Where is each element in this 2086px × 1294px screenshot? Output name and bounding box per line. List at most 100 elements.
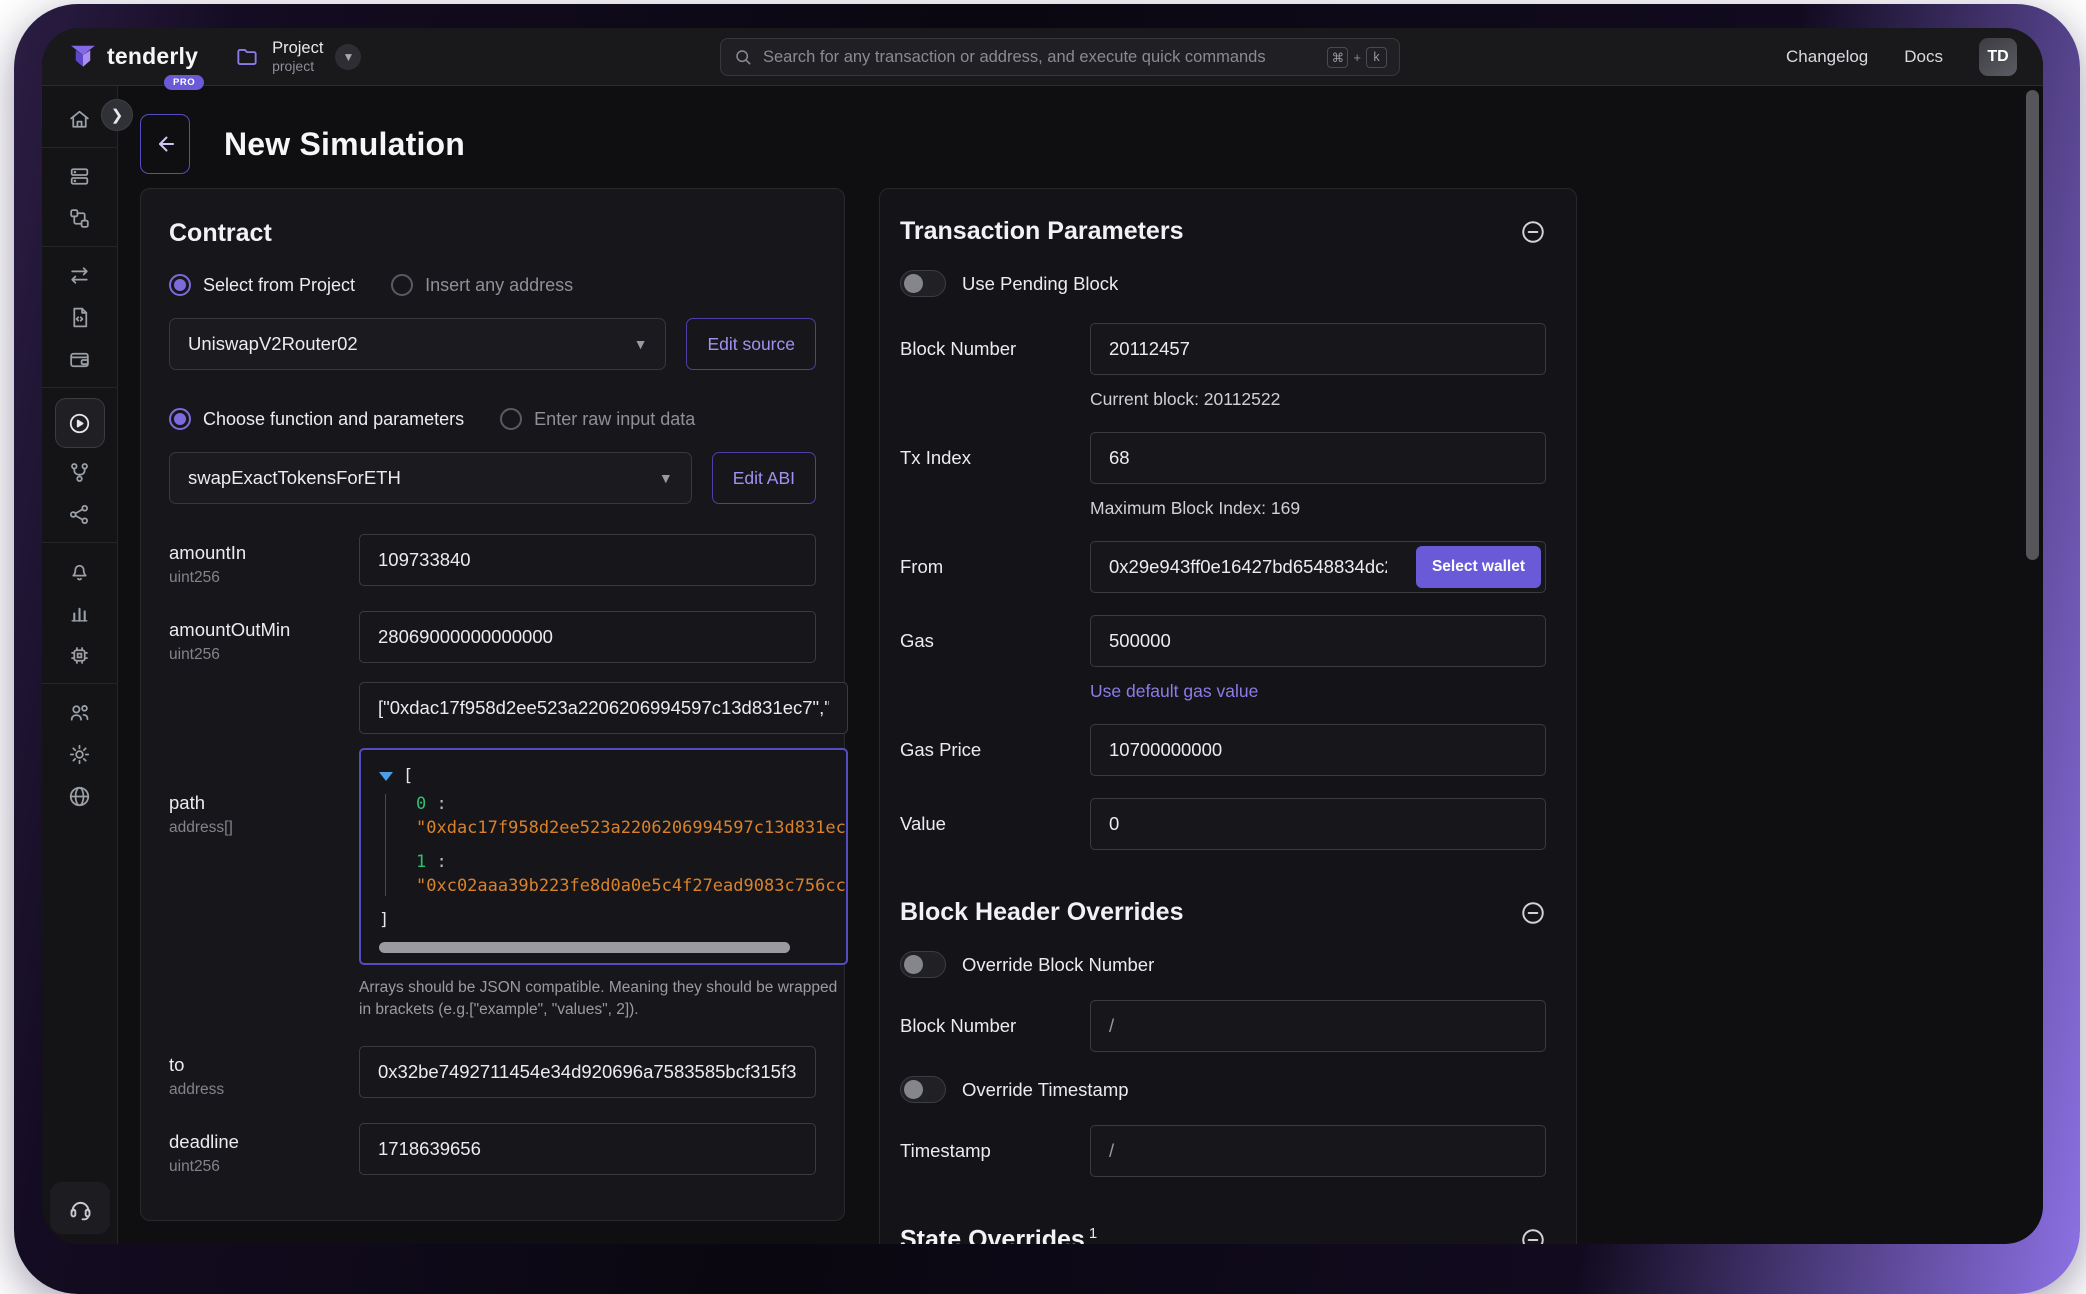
project-chevron-down-icon[interactable]: ▼: [335, 44, 361, 70]
sidebar-item-forks[interactable]: [58, 451, 102, 493]
radio-select-from-project[interactable]: Select from Project: [169, 274, 355, 296]
sidebar-divider: [42, 542, 118, 543]
json-bracket: ]: [379, 910, 846, 930]
sidebar-item-collaborators[interactable]: [58, 691, 102, 733]
json-string-value: "0xdac17f958d2ee523a2206206994597c13d831…: [416, 818, 846, 838]
server-stack-icon: [67, 164, 92, 189]
contract-card: Contract Select from Project Insert any …: [140, 188, 845, 1221]
global-search[interactable]: ⌘ + k: [720, 38, 1400, 76]
radio-choose-function[interactable]: Choose function and parameters: [169, 408, 464, 430]
transaction-parameters-panel: Transaction Parameters Use Pending Block…: [879, 188, 1577, 1244]
toggle-label: Use Pending Block: [962, 273, 1118, 295]
radio-raw-input[interactable]: Enter raw input data: [500, 408, 695, 430]
plus-sign: +: [1353, 50, 1361, 65]
gas-input[interactable]: [1090, 615, 1546, 667]
json-colon: :: [437, 794, 447, 814]
param-type: uint256: [169, 646, 359, 664]
to-input[interactable]: [359, 1046, 816, 1098]
radio-on-icon: [169, 274, 191, 296]
override-timestamp-toggle[interactable]: [900, 1076, 946, 1103]
docs-link[interactable]: Docs: [1904, 47, 1943, 67]
sidebar-item-node[interactable]: [58, 634, 102, 676]
value-input[interactable]: [1090, 798, 1546, 850]
user-avatar[interactable]: TD: [1979, 38, 2017, 76]
project-switcher[interactable]: Project project ▼: [234, 39, 361, 74]
collapse-section-icon[interactable]: [1520, 219, 1546, 245]
sidebar-item-networks[interactable]: [58, 775, 102, 817]
edit-source-button[interactable]: Edit source: [686, 318, 816, 370]
sidebar-item-virtual-testnets[interactable]: [58, 197, 102, 239]
radio-label: Enter raw input data: [534, 409, 695, 430]
users-icon: [67, 700, 92, 725]
device-frame: tenderly PRO Project project ▼: [14, 4, 2080, 1294]
project-subname: project: [272, 58, 323, 74]
sidebar-item-alerts[interactable]: [58, 550, 102, 592]
sidebar-item-web3-actions[interactable]: [58, 493, 102, 535]
sidebar-item-dashboards[interactable]: [58, 155, 102, 197]
json-collapse-icon[interactable]: [379, 772, 393, 781]
radio-off-icon: [500, 408, 522, 430]
radio-insert-any-address[interactable]: Insert any address: [391, 274, 573, 296]
support-button[interactable]: [50, 1182, 110, 1234]
collapse-section-icon[interactable]: [1520, 900, 1546, 926]
vertical-scrollbar[interactable]: [2026, 90, 2039, 560]
override-block-number-input[interactable]: [1090, 1000, 1546, 1052]
deadline-input[interactable]: [359, 1123, 816, 1175]
sidebar-item-transactions[interactable]: [58, 254, 102, 296]
sidebar-divider: [42, 387, 118, 388]
sidebar-divider: [42, 147, 118, 148]
tx-index-input[interactable]: [1090, 432, 1546, 484]
arrow-left-icon: [153, 132, 177, 156]
back-button[interactable]: [140, 114, 190, 174]
search-shortcut: ⌘ + k: [1327, 47, 1387, 68]
contract-file-icon: [67, 305, 92, 330]
collapse-section-icon[interactable]: [1520, 1227, 1546, 1244]
radio-label: Choose function and parameters: [203, 409, 464, 430]
block-number-input[interactable]: [1090, 323, 1546, 375]
gas-price-label: Gas Price: [900, 739, 1090, 761]
path-json-viewer[interactable]: [ 0 : "0xdac17f958d2ee523a2206206994597c…: [359, 748, 848, 965]
cmd-key-badge: ⌘: [1327, 47, 1348, 68]
function-select[interactable]: swapExactTokensForETH ▼: [169, 452, 692, 504]
changelog-link[interactable]: Changelog: [1786, 47, 1868, 67]
bell-icon: [67, 559, 92, 584]
path-input[interactable]: [359, 682, 848, 734]
json-bracket: [: [403, 766, 413, 786]
main-content: New Simulation Contract Select from Proj…: [118, 86, 2043, 1244]
sidebar-item-contracts[interactable]: [58, 296, 102, 338]
sidebar-item-wallets[interactable]: [58, 338, 102, 380]
block-header-overrides-title: Block Header Overrides: [900, 898, 1183, 927]
from-label: From: [900, 556, 1090, 578]
use-default-gas-link[interactable]: Use default gas value: [1090, 681, 1546, 702]
path-hint-text: Arrays should be JSON compatible. Meanin…: [359, 977, 848, 1022]
search-input[interactable]: [763, 48, 1317, 67]
json-horizontal-scrollbar[interactable]: [379, 942, 836, 953]
contract-select[interactable]: UniswapV2Router02 ▼: [169, 318, 666, 370]
use-pending-block-toggle[interactable]: [900, 270, 946, 297]
amountOutMin-input[interactable]: [359, 611, 816, 663]
current-block-helper: Current block: 20112522: [1090, 389, 1546, 410]
json-index: 0: [416, 794, 426, 814]
override-timestamp-input[interactable]: [1090, 1125, 1546, 1177]
tx-index-label: Tx Index: [900, 447, 1090, 469]
sidebar-item-simulator-selected[interactable]: [55, 398, 105, 448]
sidebar-expand-button[interactable]: ❯: [101, 99, 133, 131]
edit-abi-button[interactable]: Edit ABI: [712, 452, 816, 504]
brand[interactable]: tenderly PRO: [68, 42, 198, 72]
value-label: Value: [900, 813, 1090, 835]
gas-price-input[interactable]: [1090, 724, 1546, 776]
fork-icon: [67, 460, 92, 485]
app-window: tenderly PRO Project project ▼: [42, 28, 2043, 1244]
sidebar-item-analytics[interactable]: [58, 592, 102, 634]
amountIn-input[interactable]: [359, 534, 816, 586]
override-block-number-toggle[interactable]: [900, 951, 946, 978]
page-title: New Simulation: [224, 126, 465, 163]
sidebar-item-settings[interactable]: [58, 733, 102, 775]
json-string-value: "0xc02aaa39b223fe8d0a0e5c4f27ead9083c756…: [416, 876, 846, 896]
select-wallet-button[interactable]: Select wallet: [1416, 546, 1541, 588]
param-type: uint256: [169, 1158, 359, 1176]
gas-label: Gas: [900, 630, 1090, 652]
override-timestamp-label: Timestamp: [900, 1140, 1090, 1162]
sidebar-item-home[interactable]: [58, 98, 102, 140]
param-name-amountIn: amountIn: [169, 542, 359, 564]
